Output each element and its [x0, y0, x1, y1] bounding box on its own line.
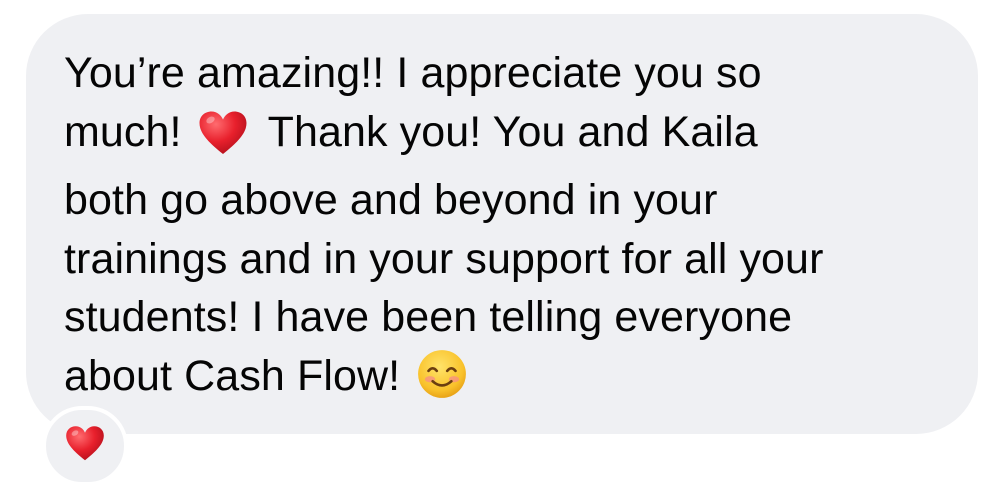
message-line: students! I have been telling everyone: [64, 293, 793, 341]
reaction-badge[interactable]: [42, 406, 128, 486]
message-fragment: about Cash Flow!: [64, 351, 401, 400]
message-line: about Cash Flow!: [64, 347, 964, 416]
message-line: trainings and in your support for all yo…: [64, 234, 824, 283]
smiling-face-icon: [416, 348, 468, 416]
message-fragment: Thank you! You and Kaila: [267, 107, 758, 156]
message-line: both go above and beyond in your: [64, 176, 718, 224]
heart-icon: [198, 110, 248, 172]
heart-icon: [65, 425, 105, 467]
message-fragment: much!: [64, 107, 182, 156]
message-line: much! Thank you! You and Kaila: [64, 103, 964, 172]
chat-screen: You’re amazing!! I appreciate you so muc…: [0, 0, 1003, 490]
message-text: You’re amazing!! I appreciate you so muc…: [64, 44, 964, 415]
message-line: You’re amazing!! I appreciate you so: [64, 49, 762, 97]
